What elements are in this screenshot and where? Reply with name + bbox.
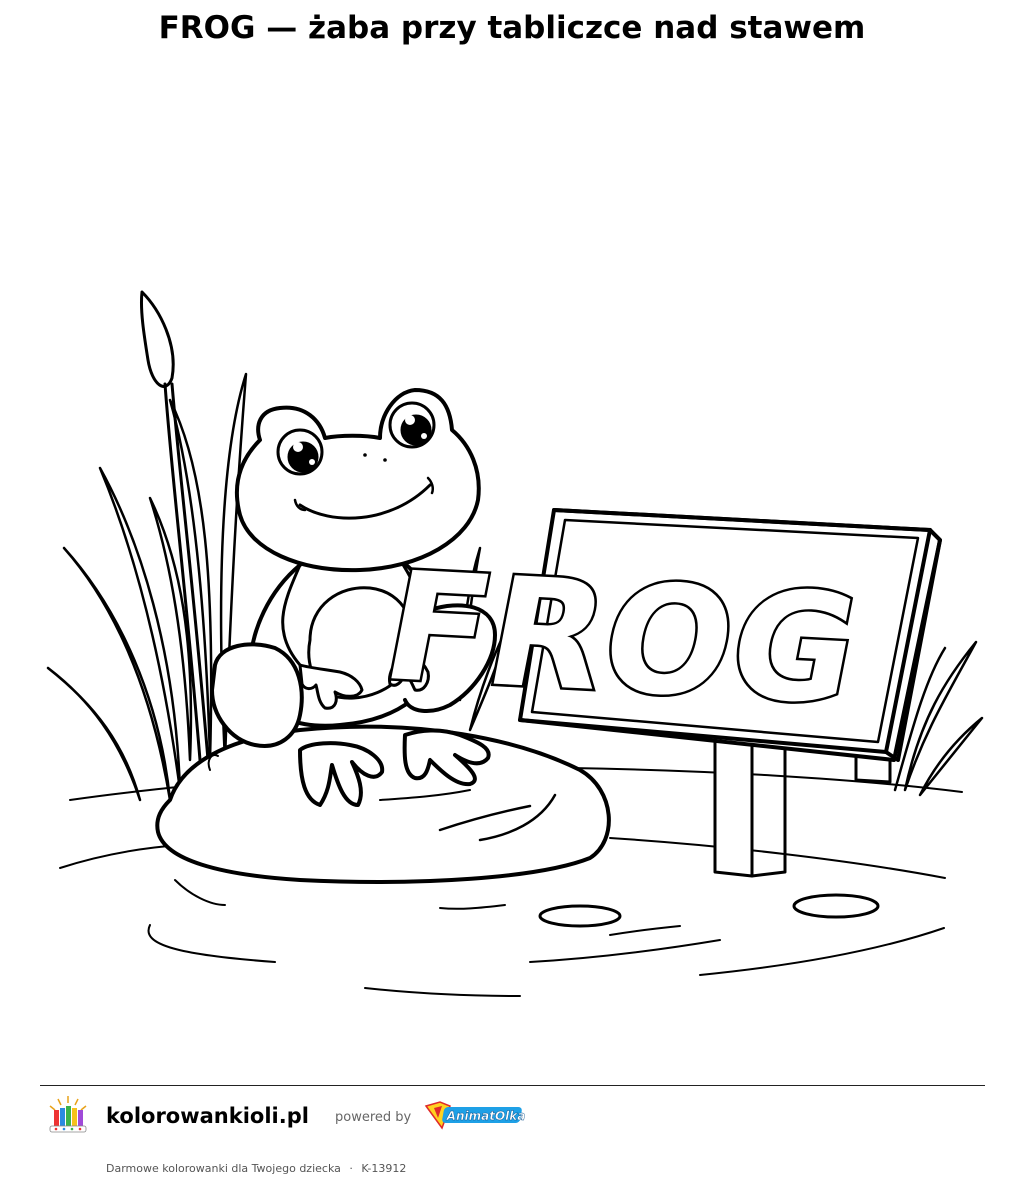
rock — [155, 724, 611, 884]
powered-by-label: powered by — [335, 1110, 412, 1125]
site-logo-icon[interactable] — [44, 1094, 92, 1140]
site-name[interactable]: kolorowankioli.pl — [106, 1102, 309, 1130]
tagline-text: Darmowe kolorowanki dla Twojego dziecka — [106, 1162, 341, 1175]
coloring-illustration: FROG — [46, 290, 984, 997]
page-code: K-13912 — [361, 1162, 407, 1175]
reeds-left — [46, 372, 248, 802]
footer-tagline: Darmowe kolorowanki dla Twojego dziecka … — [106, 1161, 406, 1177]
partner-logo-icon[interactable]: AnimatOlka — [424, 1098, 528, 1134]
sign-lettering: FROG — [371, 539, 873, 737]
footer-divider — [40, 1085, 985, 1086]
lily-pads — [538, 893, 880, 928]
tagline-separator: · — [349, 1162, 353, 1175]
partner-name: AnimatOlka — [446, 1109, 526, 1123]
